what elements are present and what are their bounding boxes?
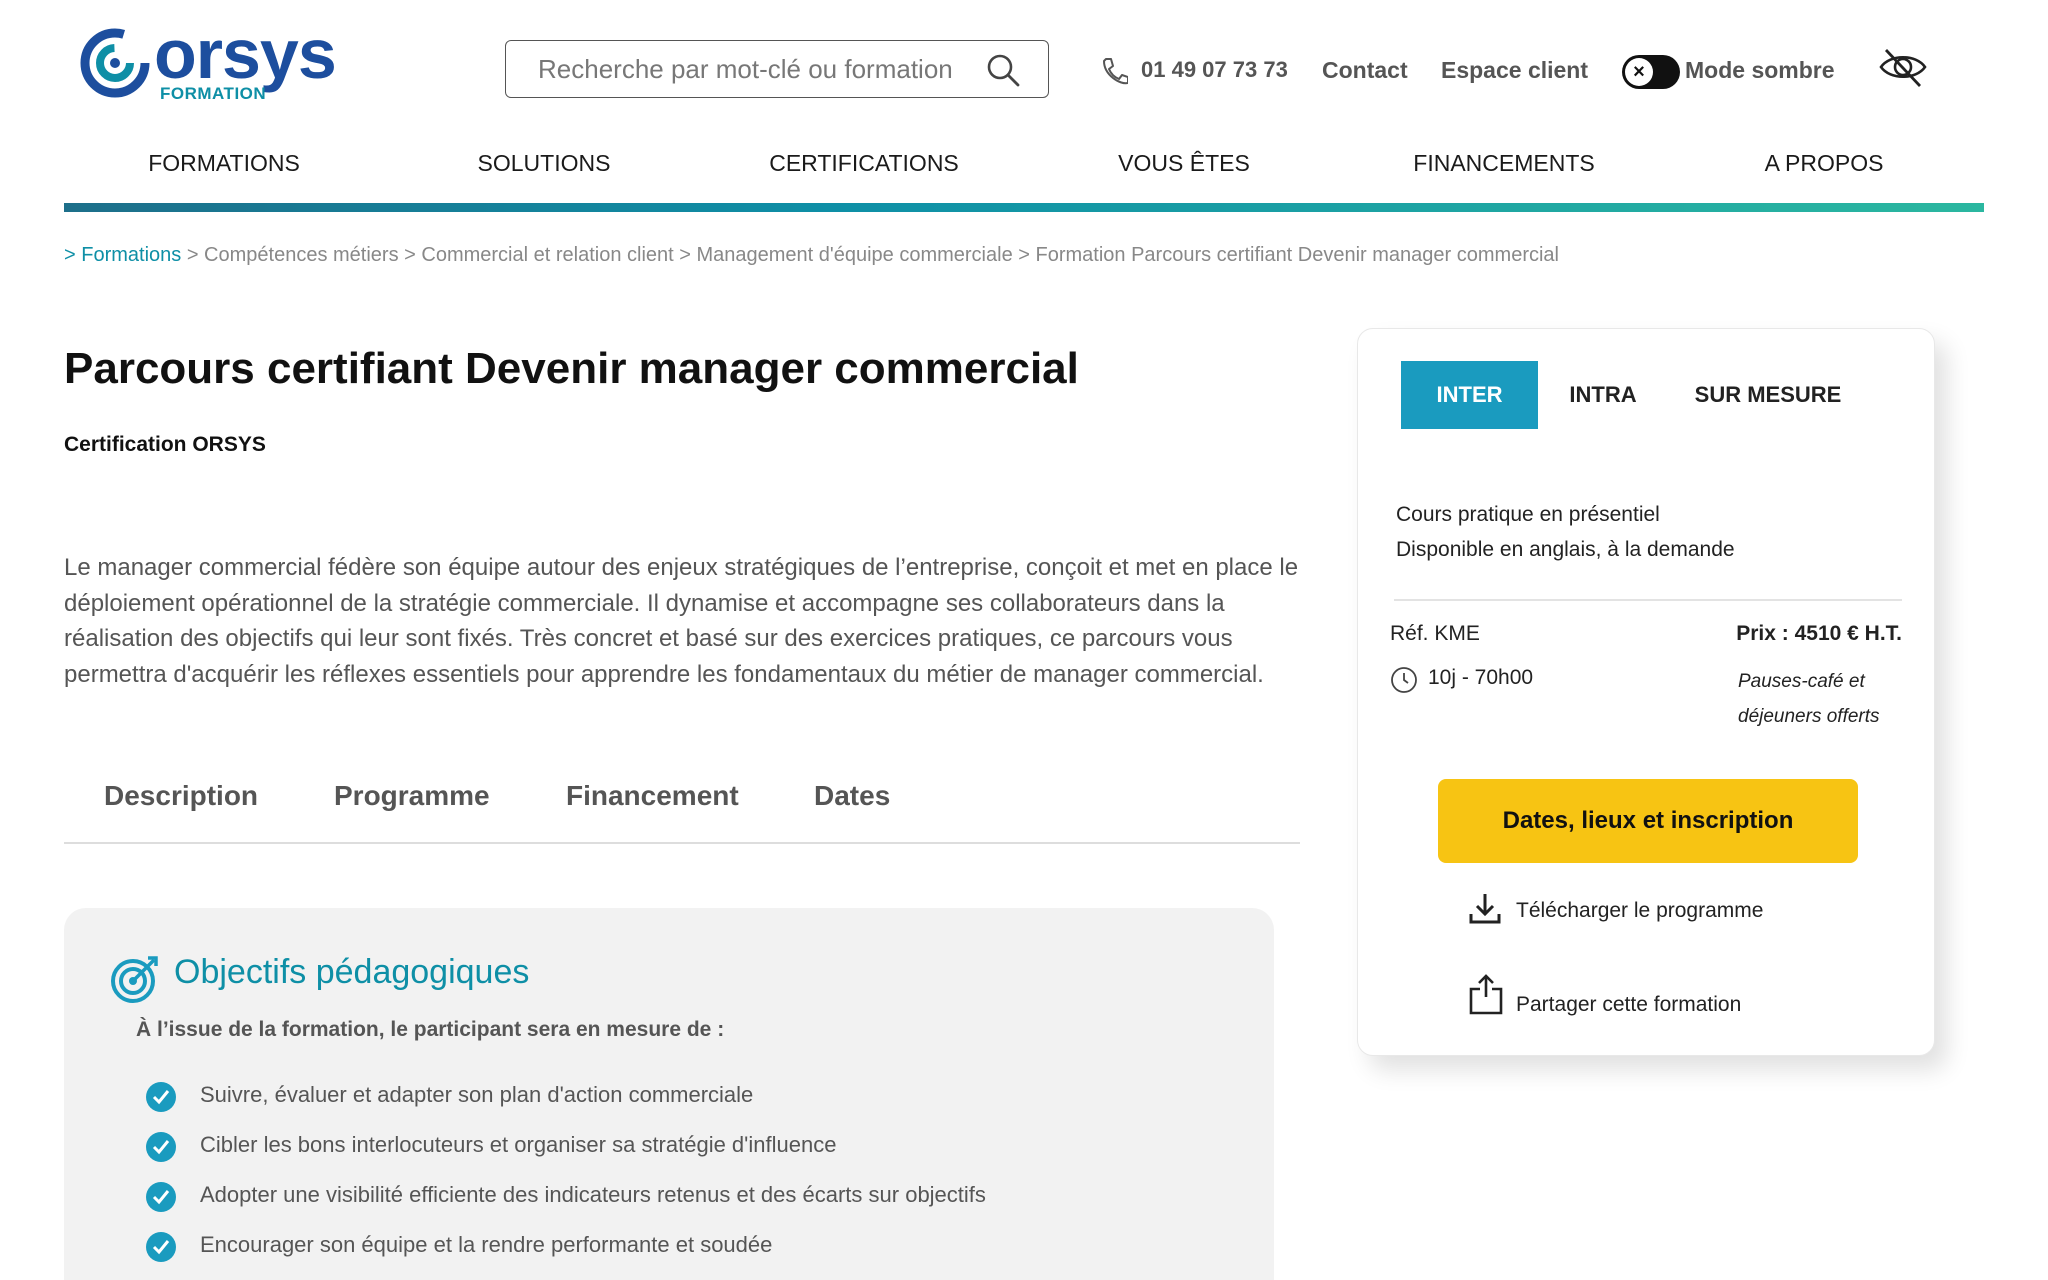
search-input[interactable] <box>538 51 978 87</box>
search-box <box>505 40 1049 98</box>
course-description: Le manager commercial fédère son équipe … <box>64 554 1299 688</box>
dark-mode-toggle[interactable]: × <box>1622 55 1680 89</box>
info-language: Disponible en anglais, à la demande <box>1396 538 1735 561</box>
download-icon <box>1469 894 1501 924</box>
share-formation-label: Partager cette formation <box>1516 993 1742 1016</box>
orsys-logo[interactable]: orsys FORMATION <box>80 15 370 112</box>
course-duration: 10j - 70h00 <box>1428 666 1534 689</box>
tab-programme[interactable]: Programme <box>334 780 490 812</box>
check-circle-icon <box>146 1132 176 1162</box>
target-icon <box>111 956 158 1003</box>
objective-text: Adopter une visibilité efficiente des in… <box>200 1182 986 1207</box>
objectives-panel: Objectifs pédagogiques À l’issue de la f… <box>64 908 1274 1280</box>
nav-formations[interactable]: FORMATIONS <box>64 150 384 177</box>
segment-inter[interactable]: INTER <box>1401 361 1538 429</box>
nav-a-propos[interactable]: A PROPOS <box>1664 150 1984 177</box>
clock-icon <box>1391 667 1417 693</box>
divider <box>1394 599 1902 601</box>
nav-solutions[interactable]: SOLUTIONS <box>384 150 704 177</box>
content-tabs: Description Programme Financement Dates <box>64 780 1300 844</box>
tab-description[interactable]: Description <box>104 780 258 812</box>
segment-sur-mesure[interactable]: SUR MESURE <box>1668 361 1868 429</box>
objectives-title: Objectifs pédagogiques <box>174 953 530 991</box>
objective-text: Encourager son équipe et la rendre perfo… <box>200 1232 773 1257</box>
main-nav: FORMATIONS SOLUTIONS CERTIFICATIONS VOUS… <box>64 150 1984 200</box>
dates-inscription-button[interactable]: Dates, lieux et inscription <box>1438 779 1858 863</box>
share-icon <box>1469 974 1503 1015</box>
contact-link[interactable]: Contact <box>1322 57 1408 84</box>
segment-intra[interactable]: INTRA <box>1548 361 1658 429</box>
phone-number[interactable]: 01 49 07 73 73 <box>1141 57 1288 83</box>
phone-icon <box>1103 58 1128 85</box>
nav-accent-bar <box>64 203 1984 212</box>
espace-client-link[interactable]: Espace client <box>1441 57 1588 84</box>
check-circle-icon <box>146 1232 176 1262</box>
certification-label: Certification ORSYS <box>64 433 266 456</box>
search-icon[interactable] <box>986 53 1020 87</box>
logo-wordmark: orsys <box>154 15 337 93</box>
check-circle-icon <box>146 1182 176 1212</box>
tab-financement[interactable]: Financement <box>566 780 739 812</box>
dark-mode-label: Mode sombre <box>1685 57 1835 83</box>
objectives-intro: À l’issue de la formation, le participan… <box>136 1018 725 1041</box>
nav-vous-etes[interactable]: VOUS ÊTES <box>1024 150 1344 177</box>
nav-financements[interactable]: FINANCEMENTS <box>1344 150 1664 177</box>
close-icon: × <box>1625 58 1653 86</box>
course-reference: Réf. KME <box>1390 622 1480 645</box>
logo-swirl-icon <box>80 28 150 98</box>
logo-subtitle: FORMATION <box>160 84 267 103</box>
eye-slash-icon[interactable] <box>1878 42 1928 92</box>
course-summary-card: INTER INTRA SUR MESURE Cours pratique en… <box>1357 328 1935 1056</box>
info-format: Cours pratique en présentiel <box>1396 503 1660 526</box>
breadcrumb-trail[interactable]: > Compétences métiers > Commercial et re… <box>181 244 1559 266</box>
check-circle-icon <box>146 1082 176 1112</box>
page-title: Parcours certifiant Devenir manager comm… <box>64 344 1079 393</box>
pauses-note: Pauses-café et déjeuners offerts <box>1738 671 1880 727</box>
course-info: Cours pratique en présentiel Disponible … <box>1396 497 1735 567</box>
download-programme-label: Télécharger le programme <box>1516 899 1764 922</box>
breadcrumb-formations[interactable]: > Formations <box>64 244 181 266</box>
objective-text: Suivre, évaluer et adapter son plan d'ac… <box>200 1082 754 1107</box>
breadcrumb: > Formations > Compétences métiers > Com… <box>64 244 1559 267</box>
nav-certifications[interactable]: CERTIFICATIONS <box>704 150 1024 177</box>
course-price: Prix : 4510 € H.T. <box>1736 622 1902 645</box>
objective-text: Cibler les bons interlocuteurs et organi… <box>200 1132 837 1157</box>
tab-dates[interactable]: Dates <box>814 780 890 812</box>
